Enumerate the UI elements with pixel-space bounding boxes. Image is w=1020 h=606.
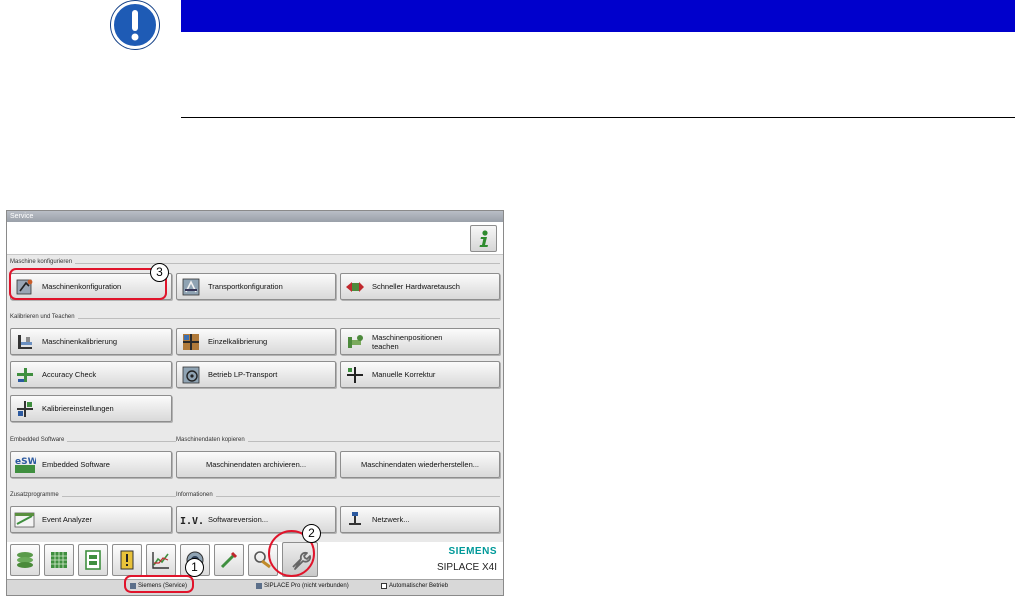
button-label: Schneller Hardwaretausch bbox=[372, 282, 460, 291]
transport-config-icon bbox=[180, 277, 202, 297]
toolbar-nozzle-button[interactable] bbox=[214, 544, 244, 576]
button-label: Einzelkalibrierung bbox=[208, 337, 268, 346]
connection-icon bbox=[256, 583, 262, 589]
event-analyzer-button[interactable]: Event Analyzer bbox=[10, 506, 172, 533]
toolbar-stack-button[interactable] bbox=[10, 544, 40, 576]
button-label: Maschinenkalibrierung bbox=[42, 337, 118, 346]
machine-positions-icon bbox=[344, 332, 366, 352]
section-divider bbox=[10, 318, 500, 319]
callout-number-2: 2 bbox=[302, 524, 321, 543]
accuracy-check-icon bbox=[14, 365, 36, 385]
einzelkalibrierung-button[interactable]: Einzelkalibrierung bbox=[176, 328, 336, 355]
stack-icon bbox=[17, 552, 33, 568]
svg-text:eSW: eSW bbox=[15, 457, 36, 467]
calibration-settings-icon bbox=[14, 399, 36, 419]
board-icon bbox=[85, 550, 101, 570]
button-label: Transportkonfiguration bbox=[208, 282, 283, 291]
grid-icon bbox=[51, 552, 67, 568]
event-analyzer-icon bbox=[14, 510, 36, 530]
button-label: Netzwerk... bbox=[372, 515, 410, 524]
status-siplace-pro-text: SIPLACE Pro (nicht verbunden) bbox=[264, 583, 349, 589]
lp-transport-icon bbox=[180, 365, 202, 385]
single-calibration-icon bbox=[180, 332, 202, 352]
header-band bbox=[7, 222, 503, 255]
machine-calibration-icon bbox=[14, 332, 36, 352]
button-label: Softwareversion... bbox=[208, 515, 269, 524]
button-label: Event Analyzer bbox=[42, 515, 93, 524]
nozzle-icon bbox=[220, 551, 238, 569]
notice-header-bar bbox=[181, 0, 1015, 32]
section-divider bbox=[10, 496, 500, 497]
callout-number-1: 1 bbox=[185, 558, 204, 577]
toolbar-grid-button[interactable] bbox=[44, 544, 74, 576]
betrieb-lp-transport-button[interactable]: Betrieb LP-Transport bbox=[176, 361, 336, 388]
schneller-hardwaretausch-button[interactable]: Schneller Hardwaretausch bbox=[340, 273, 500, 300]
maschinenkalibrierung-button[interactable]: Maschinenkalibrierung bbox=[10, 328, 172, 355]
embedded-software-button[interactable]: eSW Embedded Software bbox=[10, 451, 172, 478]
callout-number-3: 3 bbox=[150, 263, 169, 282]
manuelle-korrektur-button[interactable]: Manuelle Korrektur bbox=[340, 361, 500, 388]
section-label-maschinendaten-kopieren: Maschinendaten kopieren bbox=[176, 437, 248, 443]
window-title: Service bbox=[7, 211, 503, 222]
esw-icon: eSW bbox=[14, 455, 36, 475]
notice-divider bbox=[181, 117, 1015, 118]
button-label: Accuracy Check bbox=[42, 370, 97, 379]
button-label: Kalibriereinstellungen bbox=[42, 404, 114, 413]
section-label-zusatzprogramme: Zusatzprogramme bbox=[10, 492, 62, 498]
maschinendaten-archivieren-button[interactable]: Maschinendaten archivieren... bbox=[176, 451, 336, 478]
mode-icon bbox=[381, 583, 387, 589]
toolbar-chart-button[interactable] bbox=[146, 544, 176, 576]
button-label: Maschinendaten archivieren... bbox=[205, 460, 307, 469]
callout-highlight-3 bbox=[9, 268, 167, 300]
software-version-icon: I.V. bbox=[180, 510, 202, 530]
info-icon bbox=[479, 229, 488, 247]
netzwerk-button[interactable]: Netzwerk... bbox=[340, 506, 500, 533]
toolbar-board-button[interactable] bbox=[78, 544, 108, 576]
transportkonfiguration-button[interactable]: Transportkonfiguration bbox=[176, 273, 336, 300]
button-label: Maschinendaten wiederherstellen... bbox=[361, 460, 479, 469]
status-bar: Siemens (Service) SIPLACE Pro (nicht ver… bbox=[7, 579, 503, 595]
button-label: Maschinenpositionen teachen bbox=[372, 332, 443, 351]
network-icon bbox=[344, 510, 366, 530]
manual-correction-icon bbox=[344, 365, 366, 385]
toolbar-alert-button[interactable] bbox=[112, 544, 142, 576]
section-label-informationen: Informationen bbox=[176, 492, 216, 498]
section-label-embedded-software: Embedded Software bbox=[10, 437, 68, 443]
section-divider bbox=[10, 441, 500, 442]
section-label-kalibrieren-teachen: Kalibrieren und Teachen bbox=[10, 314, 78, 320]
maschinendaten-wiederherstellen-button[interactable]: Maschinendaten wiederherstellen... bbox=[340, 451, 500, 478]
section-label-maschine-konfigurieren: Maschine konfigurieren bbox=[10, 259, 76, 265]
svg-text:I.V.: I.V. bbox=[180, 516, 202, 527]
callout-highlight-1 bbox=[124, 575, 194, 593]
status-siplace-pro: SIPLACE Pro (nicht verbunden) bbox=[256, 583, 349, 589]
accuracy-check-button[interactable]: Accuracy Check bbox=[10, 361, 172, 388]
button-label: Embedded Software bbox=[42, 460, 110, 469]
siemens-brand: SIEMENS bbox=[448, 546, 497, 557]
chart-icon bbox=[152, 552, 169, 569]
hardware-swap-icon bbox=[344, 277, 366, 297]
warning-exclamation-icon bbox=[111, 1, 159, 49]
alert-icon bbox=[120, 550, 134, 570]
button-label: Manuelle Korrektur bbox=[372, 370, 436, 379]
status-mode: Automatischer Betrieb bbox=[381, 583, 448, 589]
section-divider bbox=[10, 263, 500, 264]
status-mode-text: Automatischer Betrieb bbox=[389, 583, 449, 589]
maschinenpositionen-teachen-button[interactable]: Maschinenpositionen teachen bbox=[340, 328, 500, 355]
bottom-toolbar: SIEMENS SIPLACE X4I bbox=[7, 542, 503, 579]
kalibriereinstellungen-button[interactable]: Kalibriereinstellungen bbox=[10, 395, 172, 422]
button-label: Betrieb LP-Transport bbox=[208, 370, 278, 379]
info-button[interactable] bbox=[470, 225, 497, 252]
machine-model: SIPLACE X4I bbox=[436, 562, 497, 573]
